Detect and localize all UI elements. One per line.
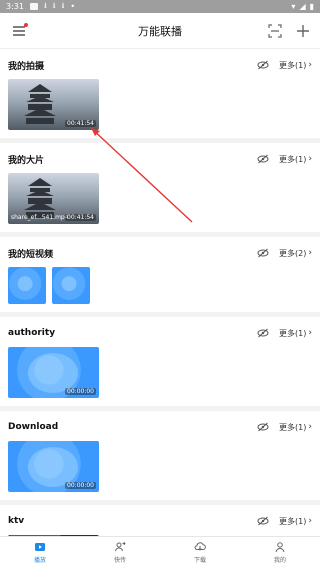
video-duration: 00:00:00: [65, 482, 96, 489]
more-link[interactable]: 更多(2) ›: [279, 248, 312, 259]
nav-label: 播放: [33, 557, 46, 564]
plus-icon[interactable]: [296, 24, 310, 38]
section-ktv: ktv 更多(1) ›: [0, 505, 320, 536]
scan-icon[interactable]: [268, 23, 282, 38]
eye-off-icon[interactable]: [257, 516, 269, 526]
section-download: Download 更多(1) › 00:00:00: [0, 411, 320, 500]
video-duration: 00:00:00: [65, 388, 96, 395]
pavilion-image: [24, 178, 56, 218]
section-authority: authority 更多(1) › 00:00:00: [0, 317, 320, 406]
wifi-icon: ▾: [291, 2, 296, 11]
chevron-right-icon: ›: [308, 60, 312, 70]
cloud-download-icon: [194, 542, 206, 551]
chevron-right-icon: ›: [308, 328, 312, 338]
download-icon: ⭳: [52, 0, 56, 10]
nav-item-mine[interactable]: 我的: [240, 537, 320, 568]
image-icon: [29, 3, 38, 10]
more-link[interactable]: 更多(1) ›: [279, 154, 312, 165]
section-my-shoots: 我的拍摄 更多(1) › 00:41:54: [0, 49, 320, 138]
bottom-nav: 播放 快传 下载 我的: [0, 536, 320, 568]
blob-shape: [28, 447, 78, 487]
chevron-right-icon: ›: [308, 248, 312, 258]
battery-icon: ▮: [309, 2, 314, 11]
blob-shape: [28, 353, 78, 393]
video-filename: share_ef...541.mp4: [11, 214, 69, 221]
chevron-right-icon: ›: [308, 154, 312, 164]
pavilion-image: [24, 84, 56, 124]
section-short-videos: 我的短视频 更多(2) ›: [0, 237, 320, 312]
chevron-right-icon: ›: [308, 422, 312, 432]
chevron-right-icon: ›: [308, 516, 312, 526]
notification-dot: [24, 22, 28, 27]
transfer-icon: [115, 541, 126, 552]
eye-off-icon[interactable]: [257, 422, 269, 432]
section-title: 我的大片: [8, 155, 45, 166]
nav-item-play[interactable]: 播放: [0, 537, 80, 568]
video-duration: 00:41:54: [65, 214, 96, 221]
nav-label: 下载: [193, 557, 206, 564]
section-title: 我的短视频: [8, 249, 54, 260]
nav-item-download[interactable]: 下载: [160, 537, 240, 568]
nav-label: 我的: [273, 557, 286, 564]
video-thumbnail[interactable]: [8, 267, 46, 304]
signal-icon: ◢: [299, 2, 306, 11]
section-title: authority: [8, 328, 56, 338]
more-link[interactable]: 更多(1) ›: [279, 422, 312, 433]
video-thumbnail[interactable]: share_ef...541.mp4 00:41:54: [8, 173, 99, 224]
video-thumbnail[interactable]: [52, 267, 90, 304]
eye-off-icon[interactable]: [257, 154, 269, 164]
more-link[interactable]: 更多(1) ›: [279, 60, 312, 71]
eye-off-icon[interactable]: [257, 248, 269, 258]
user-icon: [275, 542, 285, 553]
more-link[interactable]: 更多(1) ›: [279, 516, 312, 527]
sections-list: 我的拍摄 更多(1) › 00:41:54 我的大片 更多(1) › share_e: [0, 49, 320, 536]
section-title: ktv: [8, 516, 25, 526]
dot-icon: •: [70, 2, 76, 11]
menu-button[interactable]: [10, 22, 28, 40]
eye-off-icon[interactable]: [257, 328, 269, 338]
more-link[interactable]: 更多(1) ›: [279, 328, 312, 339]
video-thumbnail[interactable]: 00:41:54: [8, 79, 99, 130]
section-title: Download: [8, 422, 59, 432]
eye-off-icon[interactable]: [257, 60, 269, 70]
section-my-films: 我的大片 更多(1) › share_ef...541.mp4 00:41:54: [0, 143, 320, 232]
section-title: 我的拍摄: [8, 61, 45, 72]
video-thumbnail[interactable]: 00:00:00: [8, 441, 99, 492]
status-bar: 3:31 ⭳ ⭳ ⭳ • ▾ ◢ ▮: [0, 0, 320, 13]
nav-item-transfer[interactable]: 快传: [80, 537, 160, 568]
video-thumbnail[interactable]: 00:00:00: [8, 347, 99, 398]
status-time: 3:31: [6, 2, 24, 11]
top-bar: 万能联播: [0, 13, 320, 49]
download-icon: ⭳: [61, 0, 65, 10]
play-icon: [35, 543, 45, 551]
nav-label: 快传: [113, 557, 126, 564]
video-duration: 00:41:54: [65, 120, 96, 127]
download-icon: ⭳: [43, 0, 47, 10]
